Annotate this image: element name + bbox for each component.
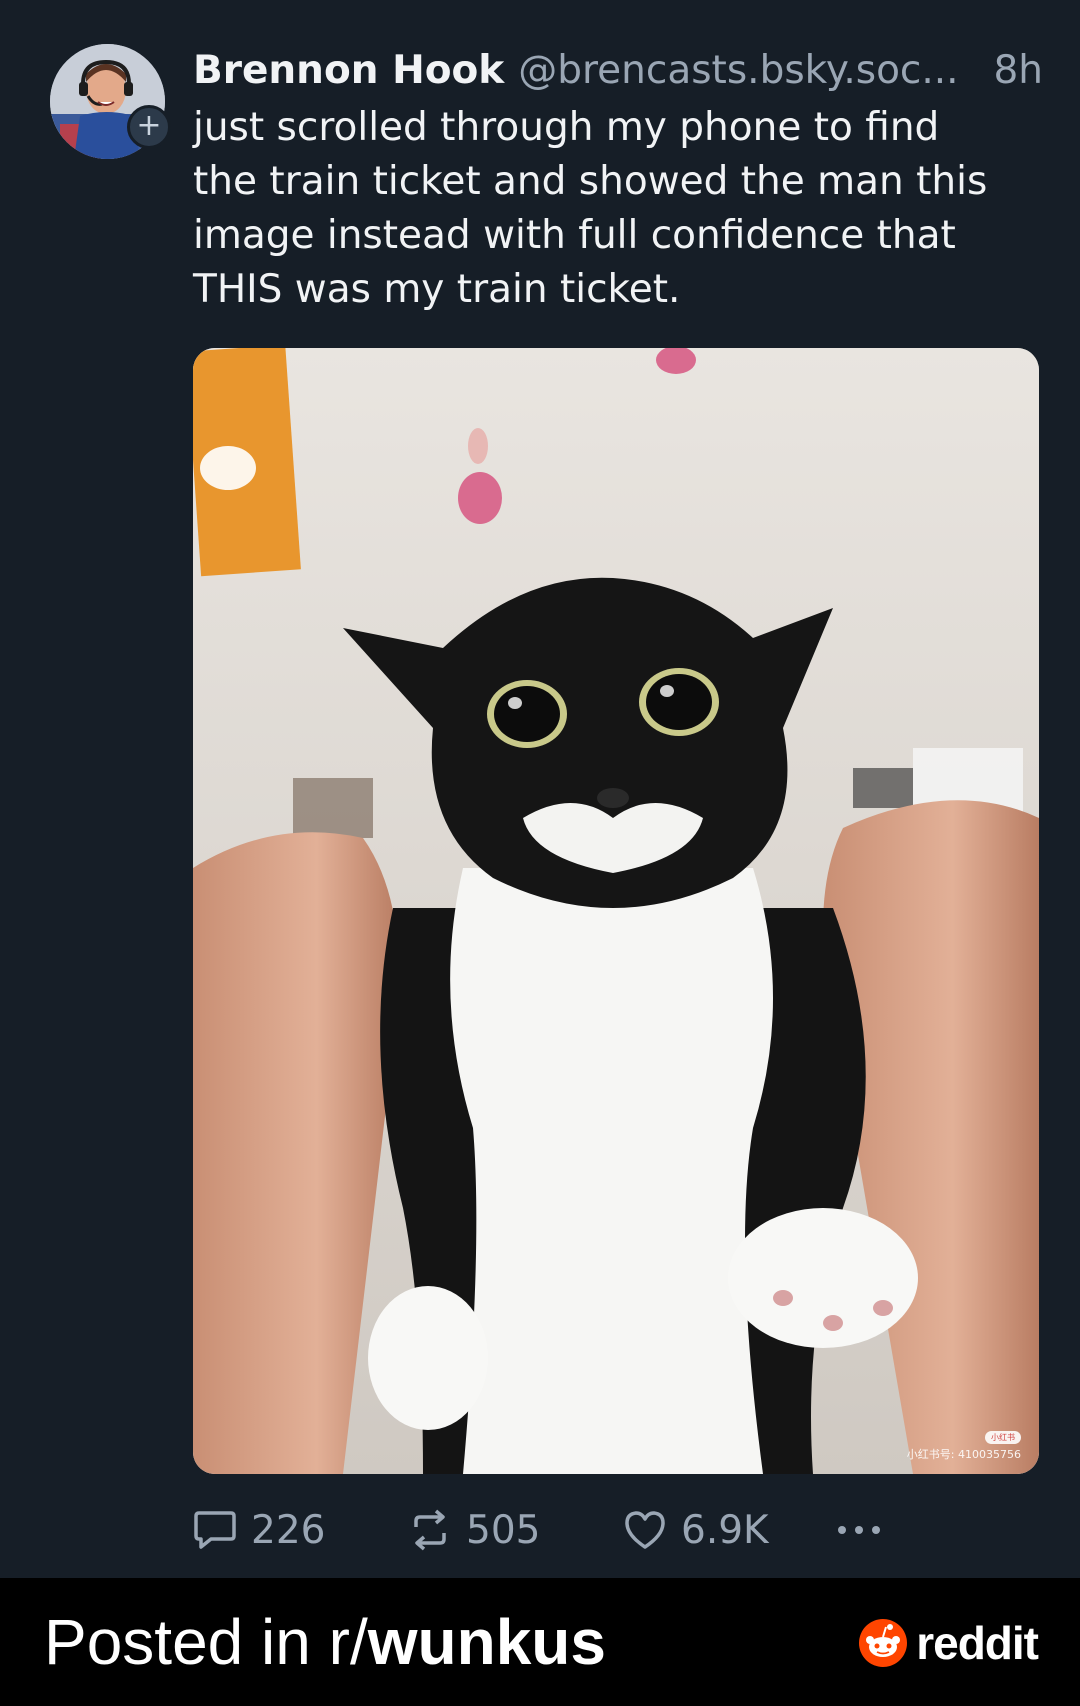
author-name[interactable]: Brennon Hook [193, 48, 504, 93]
more-dots-icon [838, 1526, 846, 1534]
author-handle[interactable]: @brencasts.bsky.soc... [518, 48, 958, 93]
post-image[interactable]: 小红书 小红书号: 410035756 [193, 348, 1039, 1474]
repost-button[interactable]: 505 [408, 1508, 623, 1553]
reply-button[interactable]: 226 [193, 1508, 408, 1553]
reddit-snoo-icon [859, 1619, 908, 1667]
watermark-text: 小红书号: 410035756 [906, 1448, 1021, 1461]
reddit-logo[interactable]: reddit [858, 1616, 1039, 1670]
watermark-logo: 小红书 [985, 1431, 1021, 1444]
posted-in-label: Posted in r/wunkus [44, 1602, 606, 1682]
repost-count: 505 [466, 1507, 541, 1553]
follow-button[interactable]: + [127, 105, 171, 149]
post-text: just scrolled through my phone to find t… [193, 105, 988, 312]
more-dot [872, 1526, 880, 1534]
reddit-footer: Posted in r/wunkus reddit [0, 1578, 1080, 1706]
subreddit-link[interactable]: wunkus [368, 1606, 606, 1678]
post-timestamp[interactable]: 8h [993, 48, 1043, 93]
more-dot [855, 1526, 863, 1534]
cat-photo [193, 348, 1039, 1474]
post-actions: 226 505 6.9K [193, 1504, 1043, 1556]
like-button[interactable]: 6.9K [623, 1508, 838, 1553]
author-avatar[interactable]: + [50, 44, 171, 159]
reply-count: 226 [251, 1507, 326, 1553]
reddit-wordmark: reddit [916, 1617, 1039, 1669]
image-watermark: 小红书 小红书号: 410035756 [907, 1430, 1021, 1462]
post-header: Brennon Hook @brencasts.bsky.soc... 8h [193, 44, 1043, 96]
reply-icon [194, 1511, 236, 1549]
posted-in-prefix: Posted in r/ [44, 1606, 368, 1678]
heart-icon [625, 1511, 665, 1549]
like-count: 6.9K [681, 1507, 769, 1553]
repost-icon [414, 1509, 446, 1551]
more-options-button[interactable] [838, 1526, 880, 1534]
post-card: + Brennon Hook @brencasts.bsky.soc... 8h… [0, 0, 1080, 1578]
